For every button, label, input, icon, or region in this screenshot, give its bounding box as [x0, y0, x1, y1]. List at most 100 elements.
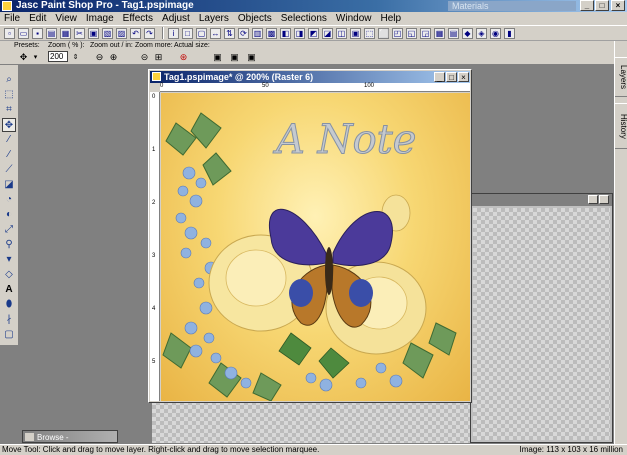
layer-merge-icon[interactable]: ◨	[294, 27, 305, 39]
eraser-icon[interactable]: ◪	[2, 178, 16, 192]
rotate-icon[interactable]: ⟳	[238, 27, 249, 39]
zoom-in-icon[interactable]: ⊕	[108, 52, 119, 63]
menu-edit[interactable]: Edit	[29, 12, 46, 25]
crop-icon[interactable]: ⌗	[2, 103, 16, 117]
app-icon	[2, 1, 12, 11]
open-file-icon[interactable]: ▭	[18, 27, 29, 39]
menu-image[interactable]: Image	[86, 12, 114, 25]
materials-palette-title[interactable]: Materials	[448, 1, 576, 11]
menu-view[interactable]: View	[55, 12, 77, 25]
document-window[interactable]: Tag1.pspimage* @ 200% (Raster 6) _ □ × 0…	[148, 69, 472, 403]
zoom-spinner-icon[interactable]: ⇕	[70, 52, 81, 63]
new-file-icon[interactable]: ▫	[4, 27, 15, 39]
overview-icon[interactable]: ◉	[490, 27, 501, 39]
save-icon[interactable]: ▪	[32, 27, 43, 39]
paintbrush-icon[interactable]: ∕	[2, 148, 16, 162]
histogram-icon[interactable]: ▮	[504, 27, 515, 39]
actual-size-icon[interactable]: ⊛	[178, 52, 189, 63]
maximize-button[interactable]: □	[595, 0, 609, 11]
menu-adjust[interactable]: Adjust	[162, 12, 190, 25]
image-canvas[interactable]: A Note	[161, 93, 470, 401]
scan-icon[interactable]: ▤	[46, 27, 57, 39]
document-maximize-button[interactable]: □	[446, 72, 457, 82]
document-close-button[interactable]: ×	[458, 72, 469, 82]
redo-icon[interactable]: ↷	[144, 27, 155, 39]
select-all-icon[interactable]: ⬚	[364, 27, 375, 39]
frame-icon[interactable]: □	[182, 27, 193, 39]
copy-icon[interactable]: ▣	[88, 27, 99, 39]
paste-icon[interactable]: ▧	[102, 27, 113, 39]
guides-icon[interactable]: ▤	[448, 27, 459, 39]
document-minimize-button[interactable]: _	[434, 72, 445, 82]
browse-window-minimized[interactable]: Browse -	[22, 430, 118, 443]
bgdoc-max-button[interactable]	[588, 195, 598, 204]
option-frame2-icon[interactable]: ▣	[229, 52, 240, 63]
float-icon[interactable]: ◱	[406, 27, 417, 39]
dodge-icon[interactable]: ◔	[2, 193, 16, 207]
print-icon[interactable]: ▦	[60, 27, 71, 39]
materials-icon[interactable]: ◆	[462, 27, 473, 39]
vruler-tick: 3	[152, 253, 156, 259]
shape-icon[interactable]: ⬮	[2, 298, 16, 312]
canvas-text-a-note: A Note	[272, 117, 416, 163]
smudge-icon[interactable]: ◐	[2, 208, 16, 222]
zoom-input[interactable]	[48, 51, 68, 62]
zoom-out-icon[interactable]: ⊖	[94, 52, 105, 63]
undo-icon[interactable]: ↶	[130, 27, 141, 39]
option-frame3-icon[interactable]: ▣	[246, 52, 257, 63]
eyedropper-icon[interactable]: ⁄	[2, 133, 16, 147]
image-effect-icon[interactable]: ▣	[350, 27, 361, 39]
fill-icon[interactable]: ⚲	[2, 238, 16, 252]
menu-window[interactable]: Window	[336, 12, 372, 25]
airbrush-icon[interactable]: ∤	[2, 313, 16, 327]
layer-dup-icon[interactable]: ◧	[280, 27, 291, 39]
zoom-out-in-label: Zoom out / in:	[90, 42, 133, 49]
layer-props-icon[interactable]: ◩	[308, 27, 319, 39]
standard-toolbar: ▫ ▭ ▪ ▤ ▦ ✂ ▣ ▧ ▨ ↶ ↷ i □ ▢ ↔ ⇅ ⟳ ▥ ▩ ◧ …	[0, 25, 627, 41]
layers-palette-icon[interactable]: ◈	[476, 27, 487, 39]
zoom-more-in-icon[interactable]: ⊞	[153, 52, 164, 63]
history-tab[interactable]: History	[615, 103, 627, 149]
minimize-button[interactable]: _	[580, 0, 594, 11]
effects-icon[interactable]: ◫	[336, 27, 347, 39]
resize-icon[interactable]: ▥	[252, 27, 263, 39]
menu-selections[interactable]: Selections	[281, 12, 327, 25]
warp-icon[interactable]: ⤢	[2, 223, 16, 237]
adjust-icon[interactable]: ◪	[322, 27, 333, 39]
menu-file[interactable]: File	[4, 12, 20, 25]
background-document-canvas-strip[interactable]	[152, 401, 470, 443]
background-document-window[interactable]	[470, 193, 613, 443]
menu-help[interactable]: Help	[380, 12, 401, 25]
cut-icon[interactable]: ✂	[74, 27, 85, 39]
defloat-icon[interactable]: ◲	[420, 27, 431, 39]
menu-objects[interactable]: Objects	[238, 12, 272, 25]
menu-effects[interactable]: Effects	[123, 12, 153, 25]
fullscreen-icon[interactable]: ▢	[196, 27, 207, 39]
grid-icon[interactable]: ▦	[434, 27, 445, 39]
select-none-icon[interactable]: ⬜	[378, 27, 389, 39]
flip-icon[interactable]: ↔	[210, 27, 221, 39]
move-icon[interactable]: ✥	[2, 118, 16, 132]
text-icon[interactable]: A	[2, 283, 16, 297]
clone-icon[interactable]: ⟋	[2, 163, 16, 177]
mirror-icon[interactable]: ⇅	[224, 27, 235, 39]
layers-tab[interactable]: Layers	[615, 57, 627, 97]
paste-new-icon[interactable]: ▨	[116, 27, 127, 39]
zoom-more-out-icon[interactable]: ⊝	[139, 52, 150, 63]
picture-tube-icon[interactable]: ▾	[2, 253, 16, 267]
menu-layers[interactable]: Layers	[199, 12, 229, 25]
pen-icon[interactable]: ◇	[2, 268, 16, 282]
option-frame1-icon[interactable]: ▣	[212, 52, 223, 63]
background-eraser-icon[interactable]: ▢	[2, 328, 16, 342]
close-button[interactable]: ×	[611, 0, 625, 11]
move-preset-icon[interactable]: ✥	[18, 52, 29, 63]
info-icon[interactable]: i	[168, 27, 179, 39]
selection-icon[interactable]: ⬚	[2, 88, 16, 102]
preset-dropdown-icon[interactable]: ▾	[30, 52, 41, 63]
layer-new-icon[interactable]: ▩	[266, 27, 277, 39]
document-title-bar[interactable]: Tag1.pspimage* @ 200% (Raster 6)	[150, 71, 470, 83]
invert-selection-icon[interactable]: ◰	[392, 27, 403, 39]
bgdoc-close-button[interactable]	[599, 195, 609, 204]
zoom-icon[interactable]: ⌕	[2, 73, 16, 87]
transparent-canvas[interactable]	[473, 208, 610, 440]
